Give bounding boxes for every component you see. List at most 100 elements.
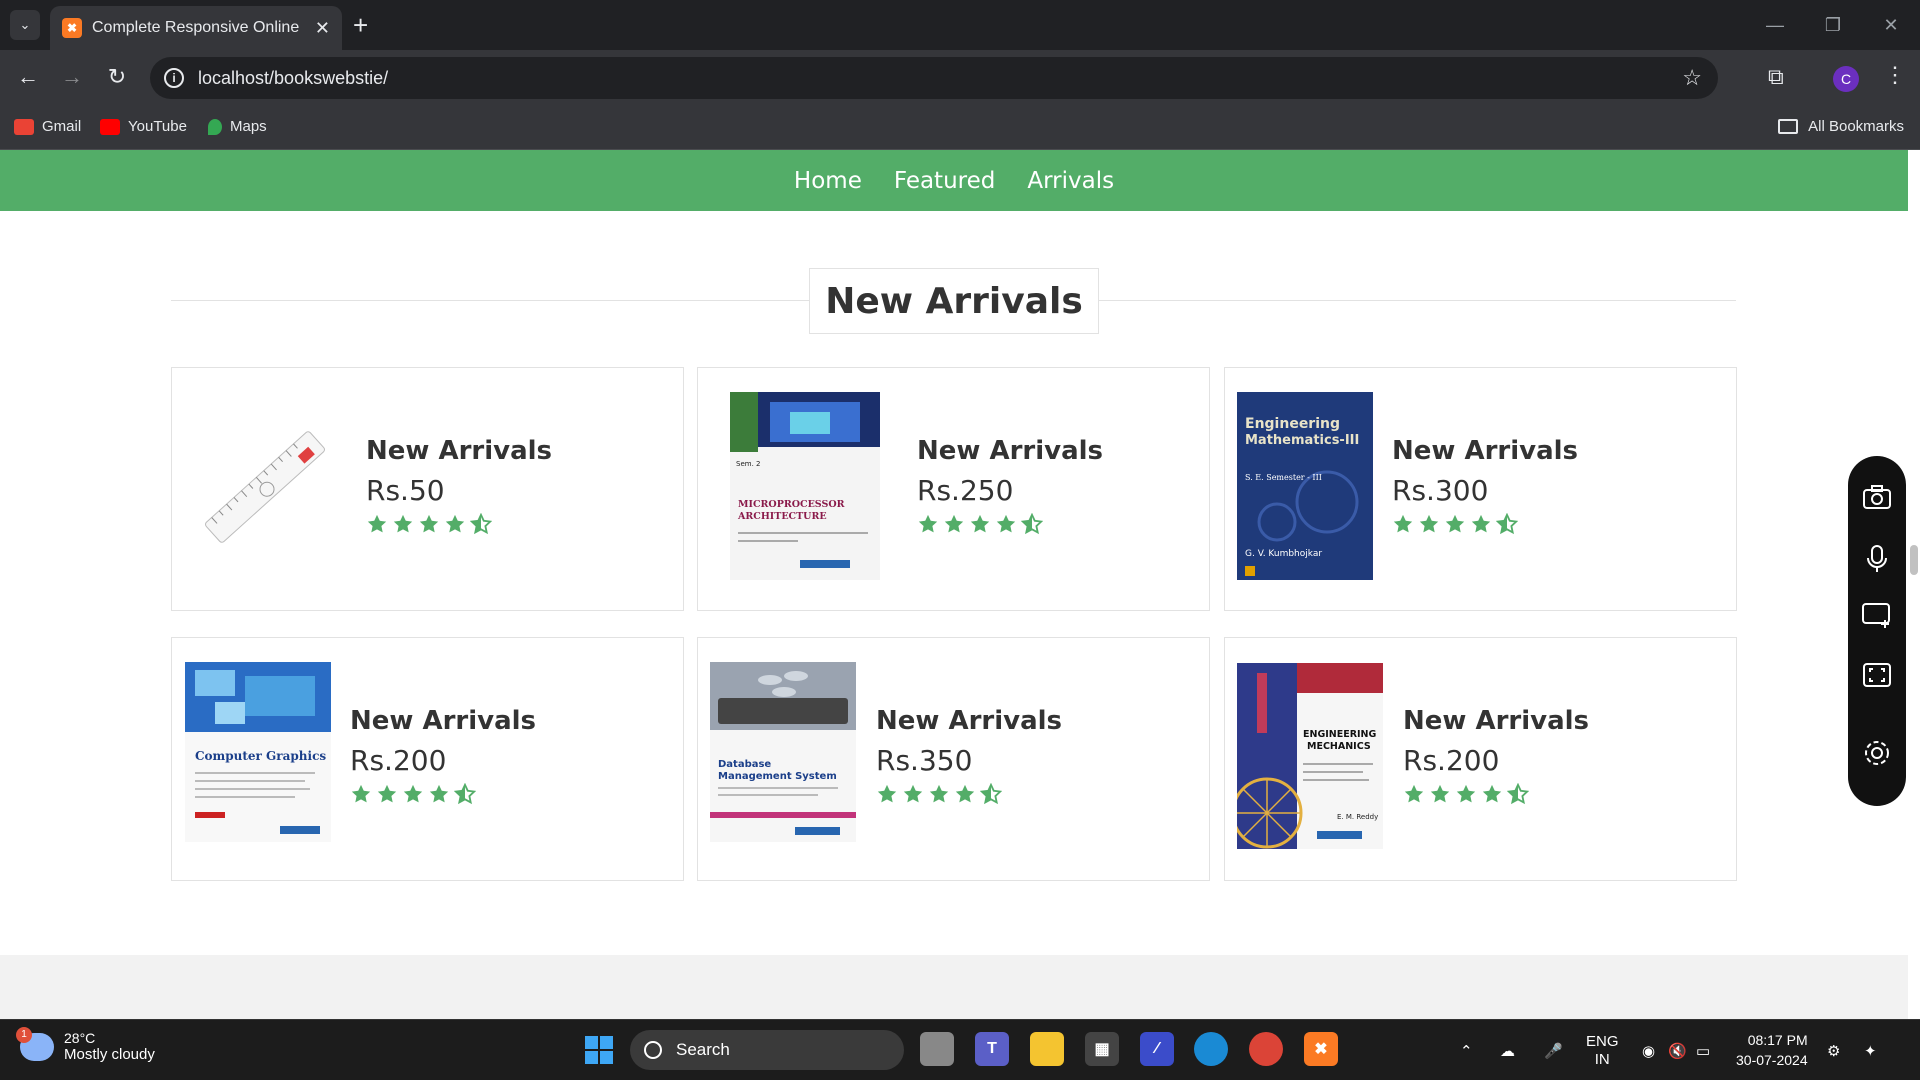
profile-avatar[interactable]: C (1833, 66, 1859, 92)
section-heading: New Arrivals (809, 268, 1099, 334)
svg-text:MICROPROCESSOR: MICROPROCESSOR (738, 499, 845, 510)
address-bar[interactable]: i localhost/bookswebstie/ ☆ (150, 57, 1718, 99)
page-scrollbar[interactable] (1908, 150, 1920, 1019)
volume-muted-icon[interactable]: 🔇 (1668, 1020, 1687, 1080)
product-card[interactable]: Sem. 2 MICROPROCESSOR ARCHITECTURE New A… (697, 367, 1210, 611)
bookmark-star-icon[interactable]: ☆ (1682, 65, 1702, 91)
rating-stars (917, 513, 1103, 535)
star-full-icon (1404, 784, 1424, 803)
edge-browser-icon[interactable] (1194, 1032, 1228, 1066)
scrollbar-thumb[interactable] (1910, 545, 1918, 575)
star-half-icon (1021, 513, 1043, 535)
capture-side-panel (1848, 456, 1906, 806)
url-text[interactable]: localhost/bookswebstie/ (198, 68, 388, 89)
reload-icon[interactable]: ↻ (103, 64, 131, 90)
bookmark-maps[interactable]: Maps (208, 118, 267, 135)
maps-pin-icon (208, 118, 222, 135)
product-card[interactable]: New Arrivals Rs.50 (171, 367, 684, 611)
back-arrow-icon[interactable]: ← (14, 64, 42, 90)
product-price: Rs.250 (917, 474, 1014, 507)
svg-text:Database: Database (718, 759, 771, 770)
notification-bell-icon[interactable]: ⚙ (1827, 1020, 1840, 1080)
all-bookmarks-label: All Bookmarks (1808, 118, 1904, 135)
onedrive-cloud-icon[interactable]: ☁ (1500, 1020, 1515, 1080)
forward-arrow-icon[interactable]: → (58, 64, 86, 90)
microsoft-store-icon[interactable]: ▦ (1085, 1032, 1119, 1066)
product-price: Rs.300 (1392, 474, 1489, 507)
fullscreen-capture-icon[interactable] (1848, 662, 1906, 688)
extensions-puzzle-icon[interactable]: ⧉ (1768, 64, 1784, 90)
product-name: New Arrivals (917, 436, 1104, 466)
book-cover-engineering-mechanics-image: ENGINEERING MECHANICS E. M. Reddy (1231, 663, 1383, 854)
svg-text:MECHANICS: MECHANICS (1307, 741, 1371, 752)
browser-toolbar: ← → ↻ i localhost/bookswebstie/ ☆ ⧉ C ⋮ (0, 50, 1920, 106)
microphone-icon[interactable] (1848, 544, 1906, 574)
tray-overflow-icon[interactable]: ⌃ (1460, 1020, 1473, 1080)
product-info: New Arrivals Rs.350 (876, 706, 1062, 805)
product-card[interactable]: Computer Graphics New Arrivals Rs.200 (171, 637, 684, 881)
product-info: New Arrivals Rs.250 (917, 436, 1103, 535)
language-indicator[interactable]: ENG IN (1586, 1020, 1619, 1080)
file-explorer-icon[interactable] (1030, 1032, 1064, 1066)
book-semester-label: S. E. Semester - III (1245, 473, 1322, 482)
product-info: New Arrivals Rs.200 (350, 706, 536, 805)
bookmark-label: Gmail (42, 118, 82, 135)
product-price: Rs.350 (876, 744, 973, 777)
minimize-icon[interactable]: — (1746, 0, 1804, 50)
book-author-label: E. M. Reddy (1337, 813, 1378, 821)
windows-start-icon[interactable] (582, 1033, 616, 1067)
copilot-icon[interactable]: ✦ (1864, 1020, 1877, 1080)
nav-link-home[interactable]: Home (794, 168, 862, 194)
site-navbar: Home Featured Arrivals (0, 150, 1908, 211)
site-info-icon[interactable]: i (164, 68, 184, 88)
product-card[interactable]: Engineering Mathematics-III S. E. Semest… (1224, 367, 1737, 611)
new-tab-plus-icon[interactable]: + (353, 10, 368, 40)
teams-icon[interactable]: T (975, 1032, 1009, 1066)
xampp-icon[interactable]: ✖ (1304, 1032, 1338, 1066)
tab-list-chevron-icon[interactable]: ⌄ (10, 10, 40, 40)
all-bookmarks-button[interactable]: All Bookmarks (1778, 118, 1904, 135)
ruler-image (190, 412, 340, 567)
rating-stars (366, 513, 552, 535)
browser-menu-icon[interactable]: ⋮ (1884, 62, 1906, 88)
nav-link-arrivals[interactable]: Arrivals (1027, 168, 1114, 194)
vscode-like-icon[interactable]: ∕ (1140, 1032, 1174, 1066)
product-card[interactable]: Database Management System New Arrivals … (697, 637, 1210, 881)
bookmark-gmail[interactable]: Gmail (14, 118, 81, 135)
star-full-icon (377, 784, 397, 803)
add-screen-icon[interactable] (1848, 602, 1906, 628)
weather-widget[interactable]: 1 28°C Mostly cloudy (16, 1026, 155, 1063)
system-clock[interactable]: 08:17 PM 30-07-2024 (1736, 1030, 1808, 1070)
product-card[interactable]: ENGINEERING MECHANICS E. M. Reddy New Ar… (1224, 637, 1737, 881)
star-full-icon (1471, 514, 1491, 533)
tab-close-icon[interactable]: ✕ (315, 18, 330, 39)
svg-text:ARCHITECTURE: ARCHITECTURE (737, 511, 827, 522)
bookmark-youtube[interactable]: YouTube (100, 118, 187, 135)
windows-taskbar: 1 28°C Mostly cloudy Search T ▦ ∕ ✖ ⌃ ☁ … (0, 1019, 1920, 1080)
wifi-icon[interactable]: ◉ (1642, 1020, 1655, 1080)
book-cover-dbms-image: Database Management System (710, 662, 856, 847)
window-controls: — ❐ ✕ (1746, 0, 1920, 50)
nav-link-featured[interactable]: Featured (894, 168, 996, 194)
taskbar-search[interactable]: Search (630, 1030, 904, 1070)
search-label: Search (676, 1040, 730, 1059)
battery-icon[interactable]: ▭ (1696, 1020, 1710, 1080)
product-name: New Arrivals (1403, 706, 1590, 736)
star-half-icon (454, 783, 476, 805)
camera-icon[interactable] (1848, 484, 1906, 510)
star-full-icon (1456, 784, 1476, 803)
product-name: New Arrivals (876, 706, 1063, 736)
browser-tab[interactable]: ✖ Complete Responsive Online Bo ✕ (50, 6, 342, 50)
star-full-icon (1445, 514, 1465, 533)
star-full-icon (403, 784, 423, 803)
settings-gear-icon[interactable] (1848, 738, 1906, 768)
restore-icon[interactable]: ❐ (1804, 0, 1862, 50)
task-view-icon[interactable] (920, 1032, 954, 1066)
bookmark-label: Maps (230, 118, 267, 135)
chrome-browser-icon[interactable] (1249, 1032, 1283, 1066)
star-half-icon (1496, 513, 1518, 535)
star-full-icon (918, 514, 938, 533)
close-window-icon[interactable]: ✕ (1862, 0, 1920, 50)
weather-notification-badge: 1 (16, 1026, 32, 1043)
microphone-tray-icon[interactable]: 🎤 (1544, 1020, 1563, 1080)
